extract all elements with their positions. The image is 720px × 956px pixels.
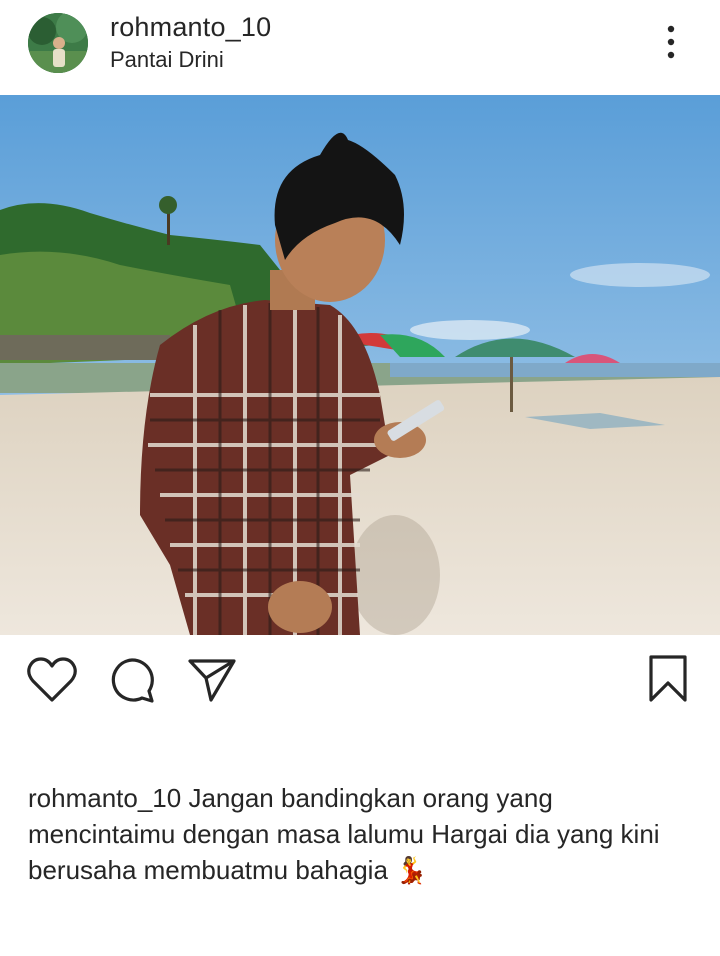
more-vertical-icon[interactable]: [656, 22, 686, 62]
send-icon[interactable]: [186, 656, 238, 709]
bookmark-icon[interactable]: [648, 654, 688, 709]
post-header: rohmanto_10 Pantai Drini: [0, 0, 720, 92]
caption-username[interactable]: rohmanto_10: [28, 783, 181, 813]
post-username[interactable]: rohmanto_10: [110, 12, 271, 43]
caption-emoji: 💃: [395, 855, 428, 885]
post-actions: [0, 636, 720, 726]
post-location[interactable]: Pantai Drini: [110, 47, 224, 73]
post-photo[interactable]: [0, 95, 720, 635]
comment-icon[interactable]: [108, 656, 158, 711]
heart-icon[interactable]: [26, 656, 78, 709]
avatar[interactable]: [28, 13, 88, 73]
post-caption: rohmanto_10 Jangan bandingkan orang yang…: [28, 780, 693, 888]
